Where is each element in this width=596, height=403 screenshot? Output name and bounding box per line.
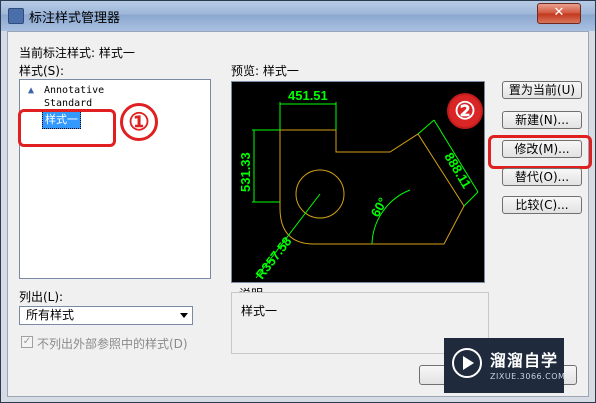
style-name-standard: Standard bbox=[44, 98, 93, 109]
watermark-site: ZIXUE.3066.COM bbox=[490, 372, 566, 381]
annotative-icon: ▲ bbox=[28, 85, 35, 96]
highlight-box-modify bbox=[488, 135, 592, 169]
list-item[interactable]: Standard bbox=[44, 98, 92, 109]
watermark: 溜溜自学 ZIXUE.3066.COM bbox=[444, 338, 566, 393]
app-icon bbox=[8, 8, 24, 24]
compare-button[interactable]: 比较(C)... bbox=[502, 196, 582, 214]
window-title: 标注样式管理器 bbox=[29, 11, 121, 26]
exclude-xref-checkbox[interactable]: ✓ bbox=[21, 336, 33, 348]
watermark-brand: 溜溜自学 bbox=[490, 351, 559, 370]
ext-line-right-top bbox=[417, 119, 435, 135]
dim-text-radius: R357.58 bbox=[253, 234, 295, 282]
step-marker-1: ① bbox=[120, 103, 158, 141]
list-filter-value: 所有样式 bbox=[26, 308, 75, 322]
list-filter-label: 列出(L): bbox=[19, 290, 64, 304]
styles-label: 样式(S): bbox=[19, 64, 65, 78]
new-button[interactable]: 新建(N)... bbox=[502, 111, 582, 129]
step-marker-2: ② bbox=[447, 93, 483, 129]
dim-text-left: 531.33 bbox=[238, 152, 253, 192]
dim-text-angle: 60° bbox=[368, 195, 391, 220]
list-filter-select[interactable]: 所有样式 bbox=[19, 306, 193, 325]
description-text: 样式一 bbox=[241, 304, 278, 318]
override-button[interactable]: 替代(O)... bbox=[502, 168, 582, 186]
dim-text-top: 451.51 bbox=[288, 88, 328, 103]
style-name-annotative: Annotative bbox=[44, 85, 105, 96]
current-style-label: 当前标注样式: 样式一 bbox=[19, 46, 135, 60]
close-button[interactable]: ✕ bbox=[537, 3, 581, 24]
dimension-text: 451.51 531.33 888.11 60° R357.58 bbox=[238, 88, 474, 282]
dim-text-right: 888.11 bbox=[441, 150, 474, 191]
play-logo-icon bbox=[452, 348, 482, 378]
chevron-down-icon bbox=[180, 313, 188, 318]
exclude-xref-label: 不列出外部参照中的样式(D) bbox=[37, 337, 188, 351]
highlight-box-style bbox=[18, 109, 116, 147]
dimension-style-manager-window: 标注样式管理器 ✕ 当前标注样式: 样式一 样式(S): ▲ Annotative… bbox=[0, 0, 596, 403]
ext-line-right-bottom bbox=[463, 191, 479, 207]
preview-geometry bbox=[279, 129, 465, 245]
list-item[interactable]: ▲ Annotative bbox=[28, 85, 104, 96]
preview-label: 预览: 样式一 bbox=[231, 64, 299, 78]
set-current-button[interactable]: 置为当前(U) bbox=[502, 81, 582, 99]
part-outline bbox=[279, 129, 465, 245]
title-bar[interactable]: 标注样式管理器 ✕ bbox=[1, 1, 595, 31]
